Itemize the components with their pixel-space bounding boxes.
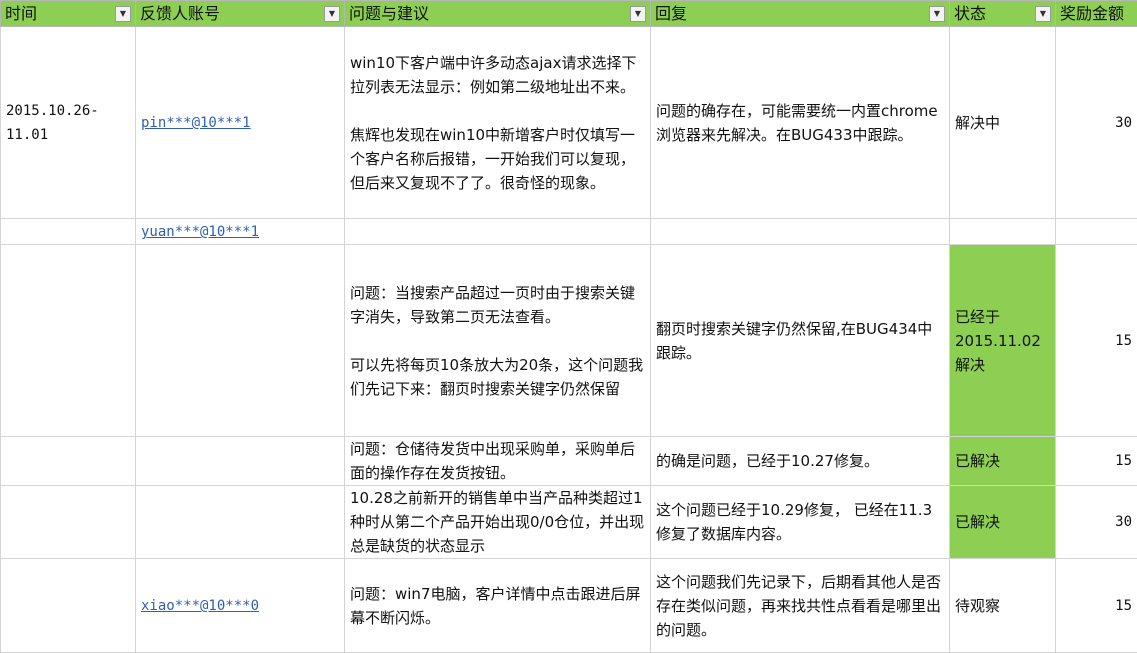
- time-cell[interactable]: [1, 219, 136, 245]
- issue-paragraph: 可以先将每页10条放大为20条，这个问题我们先记下来：翻页时搜索关键字仍然保留: [350, 353, 645, 401]
- header-reward: 奖励金额: [1056, 1, 1137, 27]
- issue-paragraph: 焦辉也发现在win10中新增客户时仅填写一个客户名称后报错，一开始我们可以复现，…: [350, 123, 645, 195]
- reward-cell[interactable]: [1056, 219, 1137, 245]
- reward-cell[interactable]: 15: [1056, 245, 1137, 437]
- issue-cell[interactable]: 问题：仓储待发货中出现采购单，采购单后面的操作存在发货按钮。: [345, 437, 651, 486]
- status-cell[interactable]: 待观察: [950, 559, 1056, 653]
- filter-dropdown-icon[interactable]: ▼: [115, 6, 131, 22]
- issue-paragraph: 问题：当搜索产品超过一页时由于搜索关键字消失，导致第二页无法查看。: [350, 281, 645, 329]
- account-link[interactable]: xiao***@10***0: [141, 598, 259, 614]
- issue-cell[interactable]: 10.28之前新开的销售单中当产品种类超过1种时从第二个产品开始出现0/0仓位，…: [345, 486, 651, 559]
- account-cell[interactable]: [136, 486, 345, 559]
- reply-cell[interactable]: 问题的确存在，可能需要统一内置chrome浏览器来先解决。在BUG433中跟踪。: [651, 27, 950, 219]
- header-account: 反馈人账号▼: [136, 1, 345, 27]
- table-row: 10.28之前新开的销售单中当产品种类超过1种时从第二个产品开始出现0/0仓位，…: [1, 486, 1137, 559]
- reply-cell[interactable]: 翻页时搜索关键字仍然保留,在BUG434中跟踪。: [651, 245, 950, 437]
- filter-dropdown-icon[interactable]: ▼: [1035, 6, 1051, 22]
- header-time: 时间▼: [1, 1, 136, 27]
- filter-dropdown-icon[interactable]: ▼: [324, 6, 340, 22]
- account-link[interactable]: pin***@10***1: [141, 115, 251, 131]
- time-cell[interactable]: [1, 559, 136, 653]
- issue-paragraph: win10下客户端中许多动态ajax请求选择下拉列表无法显示：例如第二级地址出不…: [350, 51, 645, 99]
- table-row: yuan***@10***1: [1, 219, 1137, 245]
- account-cell[interactable]: xiao***@10***0: [136, 559, 345, 653]
- reward-cell[interactable]: 30: [1056, 27, 1137, 219]
- time-cell[interactable]: 2015.10.26- 11.01: [1, 27, 136, 219]
- reply-cell[interactable]: 这个问题我们先记录下，后期看其他人是否存在类似问题，再来找共性点看看是哪里出的问…: [651, 559, 950, 653]
- time-cell[interactable]: [1, 245, 136, 437]
- header-row: 时间▼ 反馈人账号▼ 问题与建议▼ 回复▼ 状态▼ 奖励金额: [1, 1, 1137, 27]
- status-cell[interactable]: 已解决: [950, 486, 1056, 559]
- filter-dropdown-icon[interactable]: ▼: [929, 6, 945, 22]
- time-cell[interactable]: [1, 437, 136, 486]
- table-row: xiao***@10***0 问题：win7电脑，客户详情中点击跟进后屏幕不断闪…: [1, 559, 1137, 653]
- table-row: 问题：仓储待发货中出现采购单，采购单后面的操作存在发货按钮。 的确是问题，已经于…: [1, 437, 1137, 486]
- header-issue: 问题与建议▼: [345, 1, 651, 27]
- reply-cell[interactable]: 这个问题已经于10.29修复， 已经在11.3修复了数据库内容。: [651, 486, 950, 559]
- account-cell[interactable]: yuan***@10***1: [136, 219, 345, 245]
- status-cell[interactable]: 已经于 2015.11.02 解决: [950, 245, 1056, 437]
- feedback-table: 时间▼ 反馈人账号▼ 问题与建议▼ 回复▼ 状态▼ 奖励金额 2015.10.2…: [0, 0, 1137, 653]
- status-cell[interactable]: [950, 219, 1056, 245]
- issue-cell[interactable]: win10下客户端中许多动态ajax请求选择下拉列表无法显示：例如第二级地址出不…: [345, 27, 651, 219]
- reply-cell[interactable]: 的确是问题，已经于10.27修复。: [651, 437, 950, 486]
- filter-dropdown-icon[interactable]: ▼: [630, 6, 646, 22]
- account-link[interactable]: yuan***@10***1: [141, 224, 259, 240]
- header-reply: 回复▼: [651, 1, 950, 27]
- time-cell[interactable]: [1, 486, 136, 559]
- table-row: 问题：当搜索产品超过一页时由于搜索关键字消失，导致第二页无法查看。 可以先将每页…: [1, 245, 1137, 437]
- account-cell[interactable]: [136, 437, 345, 486]
- status-cell[interactable]: 已解决: [950, 437, 1056, 486]
- reward-cell[interactable]: 30: [1056, 486, 1137, 559]
- table-row: 2015.10.26- 11.01 pin***@10***1 win10下客户…: [1, 27, 1137, 219]
- reply-cell[interactable]: [651, 219, 950, 245]
- reward-cell[interactable]: 15: [1056, 437, 1137, 486]
- issue-cell[interactable]: 问题：win7电脑，客户详情中点击跟进后屏幕不断闪烁。: [345, 559, 651, 653]
- account-cell[interactable]: [136, 245, 345, 437]
- reward-cell[interactable]: 15: [1056, 559, 1137, 653]
- issue-cell[interactable]: 问题：当搜索产品超过一页时由于搜索关键字消失，导致第二页无法查看。 可以先将每页…: [345, 245, 651, 437]
- status-cell[interactable]: 解决中: [950, 27, 1056, 219]
- issue-cell[interactable]: [345, 219, 651, 245]
- header-status: 状态▼: [950, 1, 1056, 27]
- account-cell[interactable]: pin***@10***1: [136, 27, 345, 219]
